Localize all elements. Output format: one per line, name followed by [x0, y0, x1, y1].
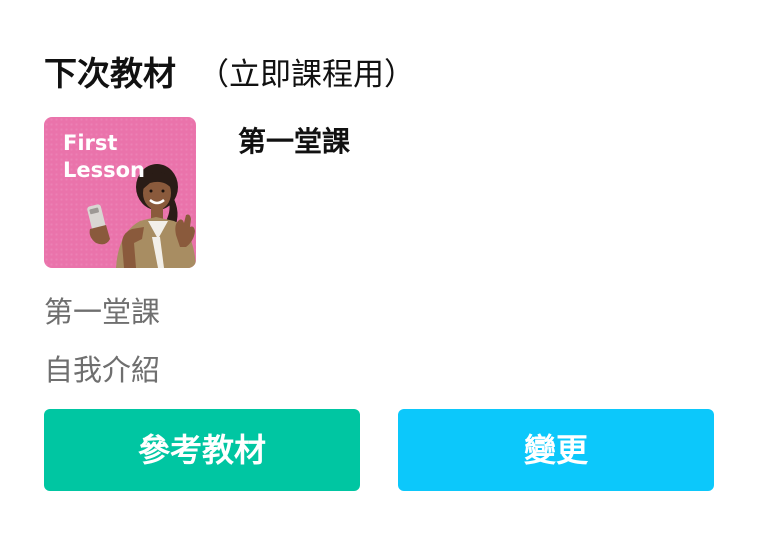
thumbnail-line-1: First [63, 131, 118, 155]
thumbnail-line-2: Lesson [63, 158, 146, 182]
section-subtitle: （立即課程用） [198, 57, 415, 93]
material-title: 第一堂課 [238, 125, 351, 158]
change-button[interactable]: 變更 [398, 409, 714, 491]
section-header: 下次教材 （立即課程用） [44, 52, 415, 96]
material-line-1: 第一堂課 [44, 295, 161, 329]
section-title: 下次教材 [44, 54, 176, 93]
material-line-2: 自我介紹 [44, 353, 161, 387]
thumbnail-caption: First Lesson [63, 130, 145, 184]
material-thumbnail: First Lesson [44, 117, 196, 268]
reference-material-button[interactable]: 參考教材 [44, 409, 360, 491]
